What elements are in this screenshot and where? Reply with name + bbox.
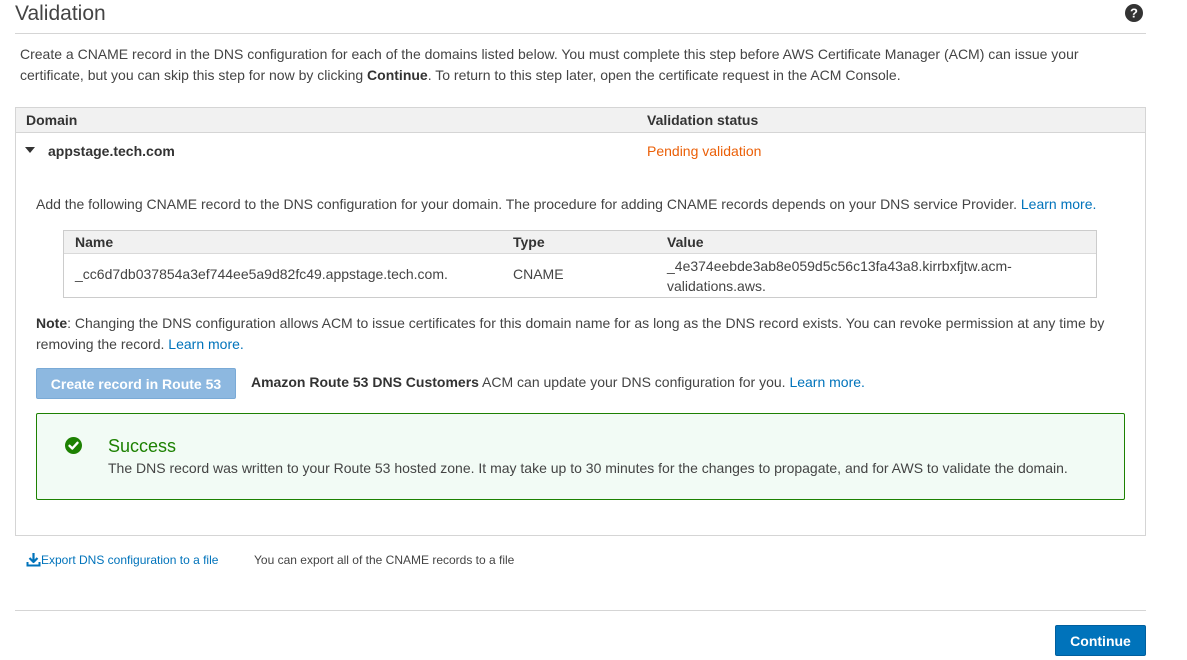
column-header-type: Type: [513, 234, 545, 250]
route53-info: Amazon Route 53 DNS Customers ACM can up…: [251, 374, 865, 390]
export-note: You can export all of the CNAME records …: [254, 553, 515, 567]
cname-name[interactable]: _cc6d7db037854a3ef744ee5a9d82fc49.appsta…: [75, 266, 448, 282]
check-circle-icon: [65, 437, 82, 454]
page-title: Validation: [15, 2, 106, 25]
domains-panel: Domain Validation status appstage.tech.c…: [15, 107, 1146, 536]
note-learn-more-link[interactable]: Learn more.: [168, 336, 243, 352]
column-header-value: Value: [667, 234, 704, 250]
learn-more-link[interactable]: Learn more.: [1021, 196, 1096, 212]
domain-name: appstage.tech.com: [48, 143, 175, 159]
cname-table-header: Name Type Value: [64, 231, 1096, 254]
dns-note: Note: Changing the DNS configuration all…: [36, 315, 1105, 352]
intro-text: Create a CNAME record in the DNS configu…: [20, 46, 1079, 83]
svg-text:?: ?: [1130, 6, 1138, 21]
export-dns-link[interactable]: Export DNS configuration to a file: [26, 552, 218, 567]
download-icon: [26, 553, 41, 567]
column-header-name: Name: [75, 234, 114, 250]
help-circle-icon[interactable]: ?: [1125, 4, 1143, 22]
validation-status: Pending validation: [647, 143, 762, 159]
intro-continue-bold: Continue: [367, 67, 428, 83]
column-header-validation-status: Validation status: [647, 112, 759, 128]
domain-row[interactable]: appstage.tech.com Pending validation: [16, 133, 1145, 169]
route53-customers-bold: Amazon Route 53 DNS Customers: [251, 374, 479, 390]
column-header-domain: Domain: [26, 112, 78, 128]
cname-type: CNAME: [513, 266, 564, 282]
cname-record-table: Name Type Value _cc6d7db037854a3ef744ee5…: [63, 230, 1097, 298]
footer-divider: [15, 610, 1146, 611]
success-message: The DNS record was written to your Route…: [108, 460, 1068, 476]
continue-button[interactable]: Continue: [1055, 625, 1146, 656]
success-alert: Success The DNS record was written to yo…: [36, 413, 1125, 500]
route53-learn-more-link[interactable]: Learn more.: [789, 374, 864, 390]
create-record-in-route53-button[interactable]: Create record in Route 53: [36, 368, 236, 399]
caret-down-icon[interactable]: [25, 147, 35, 153]
export-dns-link-label[interactable]: Export DNS configuration to a file: [41, 553, 218, 567]
domains-table-header: Domain Validation status: [16, 108, 1145, 133]
table-row: _cc6d7db037854a3ef744ee5a9d82fc49.appsta…: [64, 254, 1096, 297]
success-title: Success: [108, 436, 177, 456]
note-label: Note: [36, 315, 68, 331]
cname-value[interactable]: _4e374eebde3ab8e059d5c56c13fa43a8.kirrbx…: [667, 256, 1067, 296]
add-cname-instructions: Add the following CNAME record to the DN…: [36, 196, 1097, 212]
title-divider: [15, 33, 1146, 34]
